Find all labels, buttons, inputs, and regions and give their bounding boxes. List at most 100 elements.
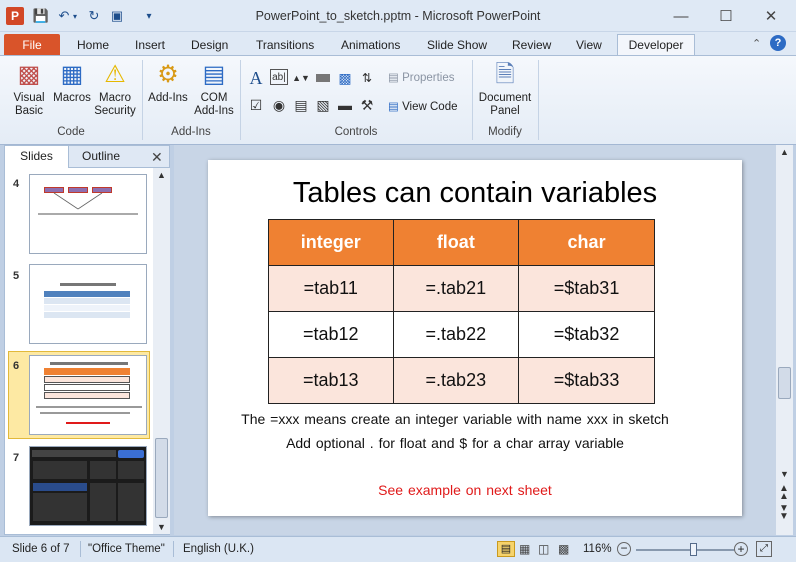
zoom-in-icon[interactable]: + — [734, 542, 748, 556]
table-cell[interactable]: =.tab23 — [392, 357, 520, 404]
macros-button[interactable]: ▦ Macros — [52, 58, 92, 105]
table-cell[interactable]: =tab12 — [268, 311, 394, 358]
table-header-cell[interactable]: integer — [268, 219, 394, 266]
add-ins-button[interactable]: ⚙ Add-Ins — [146, 58, 190, 105]
language-indicator[interactable]: English (U.K.) — [183, 543, 254, 555]
editor-scrollbar[interactable]: ▲ ▼ ▲ ▲ ▼ ▼ — [776, 145, 793, 535]
slide-text-line-1[interactable]: The =xxx means create an integer variabl… — [188, 411, 722, 427]
tab-slide-show[interactable]: Slide Show — [417, 35, 497, 56]
slide-example-text[interactable]: See example on next sheet — [198, 482, 732, 498]
list-box-icon[interactable]: ▤ — [292, 96, 310, 114]
help-icon[interactable]: ? — [770, 35, 786, 51]
tab-developer[interactable]: Developer — [617, 34, 695, 57]
command-button-icon[interactable] — [314, 69, 332, 87]
slide-canvas[interactable]: Tables can contain variables integer flo… — [208, 160, 742, 516]
table-cell[interactable]: =$tab32 — [518, 311, 655, 358]
tab-file[interactable]: File — [4, 34, 60, 56]
tab-slides[interactable]: Slides — [5, 146, 69, 168]
minimize-ribbon-icon[interactable]: ⌃ — [752, 37, 761, 50]
zoom-level[interactable]: 116% — [583, 543, 612, 555]
scroll-thumb[interactable] — [778, 367, 791, 399]
combo-box-icon[interactable]: ▧ — [314, 96, 332, 114]
status-separator — [80, 541, 81, 557]
thumb-table-row — [44, 392, 130, 399]
fit-to-window-icon[interactable]: ⤢ — [756, 541, 772, 557]
table-cell[interactable]: =.tab21 — [392, 265, 520, 312]
label-control-icon[interactable]: A — [247, 68, 265, 88]
table-cell[interactable]: =.tab22 — [392, 311, 520, 358]
table-cell[interactable]: =$tab31 — [518, 265, 655, 312]
document-panel-button[interactable]: 🗎 Document Panel — [476, 58, 534, 118]
add-ins-label: Add-Ins — [148, 92, 188, 104]
table-cell[interactable]: =$tab33 — [518, 357, 655, 404]
variables-table[interactable]: integer float char =tab11 =.tab21 =$tab3… — [268, 219, 655, 404]
slide-thumbnail-7[interactable] — [29, 446, 147, 526]
tab-insert[interactable]: Insert — [125, 35, 175, 56]
toggle-button-icon[interactable]: ▬ — [336, 96, 354, 114]
maximize-button[interactable]: ☐ — [703, 0, 749, 32]
zoom-out-icon[interactable]: − — [617, 542, 631, 556]
more-controls-icon[interactable]: ⚒ — [358, 96, 376, 114]
textbox-control-icon[interactable]: ab| — [270, 69, 288, 85]
table-row: =tab11 =.tab21 =$tab31 — [268, 265, 655, 312]
zoom-slider-thumb[interactable] — [689, 543, 697, 556]
tab-design[interactable]: Design — [181, 35, 238, 56]
visual-basic-label: Visual Basic — [13, 92, 45, 117]
properties-button[interactable]: ▤ Properties — [388, 70, 455, 84]
next-slide-icon[interactable]: ▼ ▼ — [779, 504, 789, 522]
spin-button-icon[interactable]: ▲▼ — [292, 69, 310, 87]
macro-security-button[interactable]: ⚠ Macro Security — [93, 58, 137, 118]
tab-home[interactable]: Home — [67, 35, 119, 56]
normal-view-icon[interactable]: ▤ — [497, 541, 515, 557]
minimize-button[interactable]: — — [658, 0, 704, 32]
slide-show-icon[interactable]: ▩ — [558, 542, 569, 556]
visual-basic-icon: ▩ — [17, 60, 41, 88]
thumb-table-row — [44, 384, 130, 391]
slide-text-line-2[interactable]: Add optional . for float and $ for a cha… — [188, 435, 722, 451]
scroll-up-icon[interactable]: ▲ — [780, 147, 789, 157]
image-control-icon[interactable]: ▩ — [336, 69, 354, 87]
scroll-thumb[interactable] — [155, 438, 168, 518]
document-panel-icon: 🗎 — [495, 60, 515, 88]
visual-basic-button[interactable]: ▩ Visual Basic — [8, 58, 50, 118]
thumb-title-line — [60, 283, 116, 286]
tab-transitions[interactable]: Transitions — [246, 35, 324, 56]
thumb-connector-lines — [53, 192, 103, 210]
slide-counter: Slide 6 of 7 — [12, 543, 70, 555]
tab-view[interactable]: View — [566, 35, 612, 56]
tab-animations[interactable]: Animations — [331, 35, 410, 56]
tab-outline[interactable]: Outline — [69, 146, 133, 168]
scrollbar-control-icon[interactable]: ⇅ — [358, 69, 376, 87]
slide-thumbnail-5[interactable] — [29, 264, 147, 344]
slides-pane: Slides Outline ✕ 4 5 6 7 ▲ ▼ — [4, 145, 170, 535]
pane-scrollbar[interactable]: ▲ ▼ — [153, 168, 170, 534]
com-add-ins-button[interactable]: ▤ COM Add-Ins — [192, 58, 236, 118]
table-cell[interactable]: =tab13 — [268, 357, 394, 404]
macros-icon: ▦ — [60, 60, 84, 88]
scroll-down-icon[interactable]: ▼ — [780, 469, 789, 479]
scroll-up-icon[interactable]: ▲ — [157, 170, 166, 180]
slide-sorter-icon[interactable]: ▦ — [519, 542, 530, 556]
checkbox-control-icon[interactable]: ☑ — [247, 96, 265, 114]
table-header-cell[interactable]: char — [518, 219, 655, 266]
table-cell[interactable]: =tab11 — [268, 265, 394, 312]
zoom-slider[interactable] — [636, 543, 734, 556]
thumb-block — [118, 483, 144, 521]
option-button-icon[interactable]: ◉ — [270, 96, 288, 114]
close-pane-icon[interactable]: ✕ — [151, 149, 163, 166]
slide-title[interactable]: Tables can contain variables — [208, 177, 742, 210]
slide-thumbnail-4[interactable] — [29, 174, 147, 254]
table-header-cell[interactable]: float — [392, 219, 520, 266]
ribbon: ▩ Visual Basic ▦ Macros ⚠ Macro Security… — [0, 55, 796, 145]
modify-group-label: Modify — [488, 126, 522, 138]
status-bar: Slide 6 of 7 "Office Theme" English (U.K… — [0, 536, 796, 562]
previous-slide-icon[interactable]: ▲ ▲ — [779, 484, 789, 502]
close-button[interactable]: ✕ — [748, 0, 794, 32]
tab-review[interactable]: Review — [502, 35, 561, 56]
scroll-down-icon[interactable]: ▼ — [157, 522, 166, 532]
view-code-button[interactable]: ▤ View Code — [388, 99, 457, 113]
pane-tabs: Slides Outline ✕ — [5, 146, 169, 168]
reading-view-icon[interactable]: ◫ — [538, 542, 549, 556]
slide-thumbnail-6[interactable] — [29, 355, 147, 435]
ribbon-separator — [538, 60, 539, 140]
